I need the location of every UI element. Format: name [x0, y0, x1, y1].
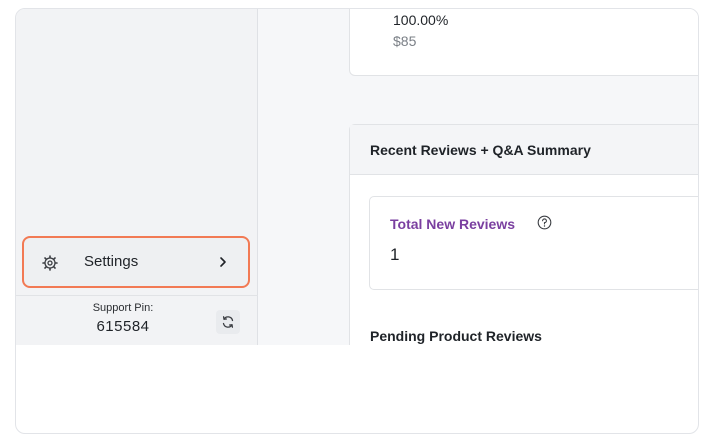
gear-icon [42, 255, 58, 271]
screenshot-frame: Settings Support Pin: 615584 100.00% $85… [15, 8, 699, 434]
support-pin-value: 615584 [96, 318, 150, 335]
total-new-reviews-label[interactable]: Total New Reviews [390, 216, 515, 232]
total-new-reviews-box: Total New Reviews 1 [369, 196, 698, 290]
sidebar-item-label: Settings [84, 253, 139, 270]
sidebar-item-settings[interactable]: Settings [22, 236, 250, 288]
percentage-value: 100.00% [393, 12, 449, 28]
total-new-reviews-value: 1 [390, 245, 400, 264]
card-title: Recent Reviews + Q&A Summary [370, 142, 591, 158]
amount-value: $85 [393, 33, 417, 49]
main-content: 100.00% $85 Recent Reviews + Q&A Summary… [258, 9, 698, 345]
card-header: Recent Reviews + Q&A Summary [350, 125, 698, 175]
help-icon[interactable] [537, 215, 552, 230]
chevron-right-icon [218, 255, 228, 269]
sidebar-divider [16, 295, 258, 296]
summary-card: 100.00% $85 [349, 9, 698, 76]
refresh-pin-button[interactable] [216, 310, 240, 334]
support-pin-label: Support Pin: [92, 302, 154, 314]
sidebar: Settings Support Pin: 615584 [16, 9, 258, 345]
app-viewport: Settings Support Pin: 615584 100.00% $85… [16, 9, 698, 345]
pending-reviews-heading: Pending Product Reviews [370, 328, 542, 344]
reviews-summary-card: Recent Reviews + Q&A Summary Total New R… [349, 124, 698, 345]
